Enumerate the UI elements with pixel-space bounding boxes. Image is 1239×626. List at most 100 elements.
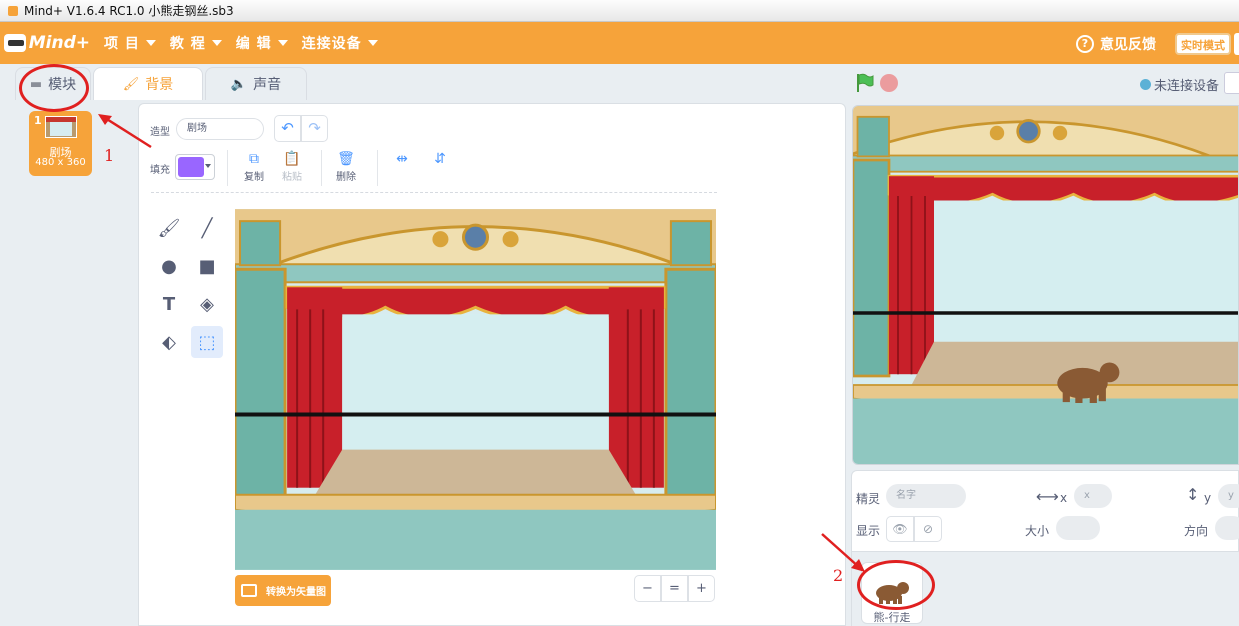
- paint-canvas[interactable]: [235, 209, 716, 570]
- vertical-arrows-icon: ↕: [1186, 485, 1200, 504]
- brush-icon: 🖌: [122, 76, 140, 92]
- size-input[interactable]: [1056, 516, 1100, 540]
- y-label: y: [1204, 491, 1212, 505]
- feedback-button[interactable]: ? 意见反馈: [1076, 34, 1156, 54]
- window-titlebar: Mind+ V1.6.4 RC1.0 小熊走钢丝.sb3: [0, 0, 1239, 22]
- robot-logo-icon: [4, 34, 26, 52]
- menu-project-label: 项 目: [104, 36, 140, 52]
- size-label: 大小: [1025, 524, 1050, 538]
- eraser-tool[interactable]: ⬖: [153, 326, 185, 358]
- fill-label: 填充: [150, 165, 170, 176]
- sprite-name-input[interactable]: 名字: [886, 484, 966, 508]
- direction-label: 方向: [1184, 524, 1209, 538]
- paint-bucket-icon: ◈: [200, 293, 214, 315]
- convert-to-vector-button[interactable]: 转换为矢量图: [235, 575, 331, 606]
- backdrop-list: 1 剧场 480 x 360: [0, 102, 137, 626]
- stage-theatre-image: [853, 106, 1238, 464]
- menu-tutorial[interactable]: 教 程: [170, 33, 222, 53]
- tab-backdrops[interactable]: 🖌 背景: [93, 67, 203, 100]
- copy-icon: ⧉: [249, 151, 259, 167]
- undo-button[interactable]: ↶: [274, 115, 301, 142]
- paste-icon: 📋: [283, 151, 301, 167]
- app-icon: [8, 5, 18, 16]
- stage-size-button[interactable]: [1224, 72, 1239, 94]
- line-tool[interactable]: ╱: [191, 212, 223, 244]
- menu-tutorial-label: 教 程: [169, 36, 206, 52]
- tab-sounds[interactable]: 🔈 声音: [205, 67, 307, 100]
- copy-button[interactable]: ⧉ 复制: [237, 150, 271, 183]
- chevron-down-icon: [277, 40, 288, 46]
- menu-connect-device[interactable]: 连接设备: [302, 33, 378, 53]
- zoom-in-button[interactable]: +: [688, 575, 715, 602]
- menu-edit-label: 编 辑: [235, 36, 272, 52]
- menu-project[interactable]: 项 目: [104, 33, 156, 53]
- redo-button[interactable]: ↷: [301, 115, 328, 142]
- brush-tool[interactable]: 🖌: [153, 212, 185, 244]
- backdrop-tile[interactable]: 1 剧场 480 x 360: [29, 111, 92, 176]
- window-title: Mind+ V1.6.4 RC1.0 小熊走钢丝.sb3: [24, 4, 234, 18]
- question-icon: ?: [1076, 35, 1094, 53]
- x-input[interactable]: x: [1074, 484, 1112, 508]
- stage[interactable]: [852, 105, 1239, 465]
- eye-off-icon: ⊘: [922, 522, 934, 536]
- line-icon: ╱: [201, 217, 213, 239]
- y-input[interactable]: y: [1218, 484, 1239, 508]
- speaker-icon: 🔈: [230, 76, 248, 92]
- circle-tool[interactable]: ●: [153, 250, 185, 282]
- copy-label: 复制: [244, 172, 264, 183]
- text-tool[interactable]: T: [153, 288, 185, 320]
- layout-toggle-button[interactable]: [1234, 33, 1239, 55]
- direction-input[interactable]: [1215, 516, 1239, 540]
- zoom-reset-button[interactable]: =: [661, 575, 688, 602]
- paste-label: 粘贴: [282, 172, 302, 183]
- eraser-icon: ⬖: [162, 331, 176, 353]
- chevron-down-icon: [367, 40, 378, 46]
- stop-icon[interactable]: [880, 74, 898, 92]
- sprite-label: 精灵: [856, 492, 881, 506]
- brush-icon: 🖌: [157, 217, 181, 239]
- select-arrow-icon: ⬚: [198, 331, 216, 353]
- zoom-out-button[interactable]: −: [634, 575, 661, 602]
- undo-icon: ↶: [281, 119, 294, 137]
- flip-vertical-button[interactable]: ⇵: [423, 150, 457, 168]
- realtime-mode-button[interactable]: 实时模式: [1175, 33, 1231, 55]
- zoom-in-icon: +: [696, 581, 707, 596]
- backdrop-index: 1: [34, 114, 42, 127]
- menu-edit[interactable]: 编 辑: [236, 33, 288, 53]
- connection-status-icon: [1140, 79, 1151, 90]
- editor-tabs: ▬ 模块 🖌 背景 🔈 声音: [0, 64, 850, 102]
- rectangle-tool[interactable]: ■: [191, 250, 223, 282]
- costume-name-input[interactable]: 剧场: [176, 118, 264, 140]
- annotation-number-1: 1: [104, 146, 115, 165]
- fill-tool[interactable]: ◈: [191, 288, 223, 320]
- text-icon: T: [162, 293, 176, 315]
- eye-icon: 👁: [892, 522, 908, 536]
- device-connection-status[interactable]: 未连接设备: [1140, 75, 1219, 94]
- chevron-down-icon: [205, 164, 211, 168]
- sprite-info-panel: 精灵 名字 ⟷ x x ↕ y y 显示 👁 ⊘ 大小 方向: [851, 470, 1239, 552]
- fill-color-picker[interactable]: [175, 154, 215, 180]
- menu-bar: Mind+ 项 目 教 程 编 辑 连接设备 ? 意见反馈 实时模式: [0, 22, 1239, 64]
- flip-horizontal-button[interactable]: ⇹: [385, 150, 419, 168]
- horizontal-arrows-icon: ⟷: [1036, 487, 1059, 506]
- green-flag-icon[interactable]: [856, 73, 874, 93]
- toolbar-divider: [227, 150, 228, 186]
- show-sprite-button[interactable]: 👁: [886, 516, 914, 542]
- select-tool[interactable]: ⬚: [191, 326, 223, 358]
- toolbar-divider: [377, 150, 378, 186]
- menu-connect-label: 连接设备: [301, 36, 362, 52]
- flip-horizontal-icon: ⇹: [396, 151, 408, 167]
- logo-text: Mind+: [28, 33, 90, 53]
- annotation-circle-2: [857, 560, 935, 610]
- convert-to-vector-label: 转换为矢量图: [266, 587, 326, 598]
- fill-color-swatch: [178, 157, 204, 177]
- image-icon: [241, 584, 257, 597]
- paste-button[interactable]: 📋 粘贴: [275, 150, 309, 183]
- hide-sprite-button[interactable]: ⊘: [914, 516, 942, 542]
- connection-label: 未连接设备: [1154, 79, 1220, 94]
- zoom-reset-icon: =: [669, 581, 680, 596]
- annotation-number-2: 2: [833, 566, 844, 585]
- app-logo[interactable]: Mind+: [4, 33, 90, 53]
- backdrop-size: 480 x 360: [35, 157, 86, 168]
- delete-button[interactable]: 🗑 删除: [329, 150, 363, 183]
